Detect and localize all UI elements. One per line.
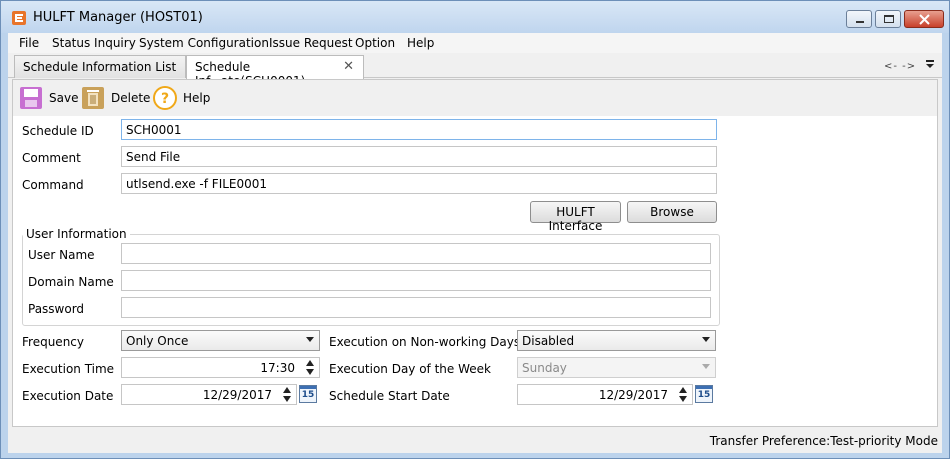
chevron-down-icon — [702, 364, 710, 369]
tab-close-icon[interactable]: ✕ — [343, 59, 354, 74]
svg-text:?: ? — [161, 91, 169, 107]
spin-down-icon — [679, 396, 687, 402]
menu-issue-request[interactable]: Issue Request — [269, 36, 353, 50]
menu-system-configuration[interactable]: System Configuration — [139, 36, 269, 50]
schedule-id-field[interactable]: SCH0001 — [121, 119, 717, 140]
day-of-week-value: Sunday — [522, 361, 567, 375]
maximize-button[interactable] — [875, 10, 901, 28]
command-label: Command — [22, 178, 84, 192]
non-working-days-select[interactable]: Disabled — [517, 330, 716, 351]
menu-bar: File Status Inquiry System Configuration… — [8, 33, 942, 53]
frequency-label: Frequency — [22, 335, 84, 349]
day-of-week-select: Sunday — [517, 357, 716, 378]
frequency-value: Only Once — [126, 334, 189, 348]
delete-label: Delete — [111, 91, 151, 105]
hulft-interface-button[interactable]: HULFT Interface — [530, 201, 621, 233]
non-working-days-label: Execution on Non-working Days — [329, 335, 521, 349]
comment-field[interactable]: Send File — [121, 146, 717, 167]
minimize-button[interactable] — [846, 10, 872, 28]
day-of-week-label: Execution Day of the Week — [329, 362, 491, 376]
domain-name-field[interactable] — [121, 270, 711, 291]
spin-up-icon — [306, 360, 314, 366]
title-bar[interactable]: HULFT Manager (HOST01) — [1, 1, 949, 33]
spin-up-icon — [283, 387, 291, 393]
frequency-select[interactable]: Only Once — [121, 330, 320, 351]
execution-date-field[interactable]: 12/29/2017 — [121, 384, 297, 405]
help-label: Help — [183, 91, 211, 105]
user-name-field[interactable] — [121, 243, 711, 264]
tab-navigation-arrows[interactable]: <- -> — [884, 61, 916, 72]
user-information-title: User Information — [23, 227, 130, 241]
tab-list-menu-icon[interactable] — [925, 59, 935, 69]
domain-name-label: Domain Name — [28, 275, 114, 289]
user-name-label: User Name — [28, 248, 95, 262]
tab-schedule-information-update[interactable]: Schedule Inf...ate(SCH0001) ✕ — [186, 55, 364, 88]
save-label: Save — [49, 91, 79, 105]
trash-icon — [82, 87, 104, 109]
password-field[interactable] — [121, 297, 711, 318]
help-icon: ? — [153, 86, 177, 110]
menu-status-inquiry[interactable]: Status Inquiry — [52, 36, 136, 50]
date-spinner[interactable] — [281, 386, 293, 403]
calendar-icon[interactable]: 15 — [299, 385, 317, 403]
delete-button[interactable]: Delete — [81, 85, 150, 111]
schedule-start-date-value: 12/29/2017 — [598, 388, 668, 402]
status-bar: Transfer Preference:Test-priority Mode — [8, 430, 942, 450]
execution-date-value: 12/29/2017 — [202, 388, 272, 402]
execution-time-label: Execution Time — [22, 362, 115, 376]
schedule-id-label: Schedule ID — [22, 124, 94, 138]
help-button[interactable]: ? Help — [153, 85, 210, 111]
schedule-start-date-label: Schedule Start Date — [329, 389, 450, 403]
hulft-logo-icon — [12, 11, 26, 25]
tab-label: Schedule Information List — [23, 60, 177, 74]
menu-file[interactable]: File — [19, 36, 39, 50]
application-window: HULFT Manager (HOST01) File Status Inqui… — [0, 0, 950, 459]
maximize-icon — [884, 15, 894, 23]
command-field[interactable]: utlsend.exe -f FILE0001 — [121, 173, 717, 194]
password-label: Password — [28, 302, 85, 316]
spin-up-icon — [679, 387, 687, 393]
save-button[interactable]: Save — [19, 85, 78, 111]
tab-strip: Schedule Information List Schedule Inf..… — [8, 53, 942, 88]
spin-down-icon — [306, 369, 314, 375]
date-spinner[interactable] — [677, 386, 689, 403]
transfer-preference-status: Transfer Preference:Test-priority Mode — [709, 434, 938, 448]
close-icon — [919, 14, 930, 25]
chevron-down-icon — [306, 337, 314, 342]
browse-button[interactable]: Browse — [627, 201, 717, 223]
time-spinner[interactable] — [304, 359, 316, 376]
minimize-icon — [856, 21, 864, 23]
spin-down-icon — [283, 396, 291, 402]
schedule-start-date-field[interactable]: 12/29/2017 — [517, 384, 693, 405]
save-icon — [20, 87, 42, 109]
window-title: HULFT Manager (HOST01) — [33, 10, 203, 25]
comment-label: Comment — [22, 151, 81, 165]
calendar-icon[interactable]: 15 — [695, 385, 713, 403]
menu-help[interactable]: Help — [407, 36, 434, 50]
execution-date-label: Execution Date — [22, 389, 114, 403]
close-button[interactable] — [904, 10, 944, 28]
non-working-days-value: Disabled — [522, 334, 575, 348]
menu-option[interactable]: Option — [355, 36, 395, 50]
execution-time-value: 17:30 — [260, 361, 295, 375]
chevron-down-icon — [702, 337, 710, 342]
toolbar: Save Delete ? Help — [13, 80, 937, 116]
execution-time-field[interactable]: 17:30 — [121, 357, 320, 378]
tab-schedule-information-list[interactable]: Schedule Information List — [14, 55, 186, 78]
schedule-editor-panel: Save Delete ? Help Schedule ID SCH0001 C… — [12, 79, 938, 427]
client-area: File Status Inquiry System Configuration… — [8, 33, 942, 453]
